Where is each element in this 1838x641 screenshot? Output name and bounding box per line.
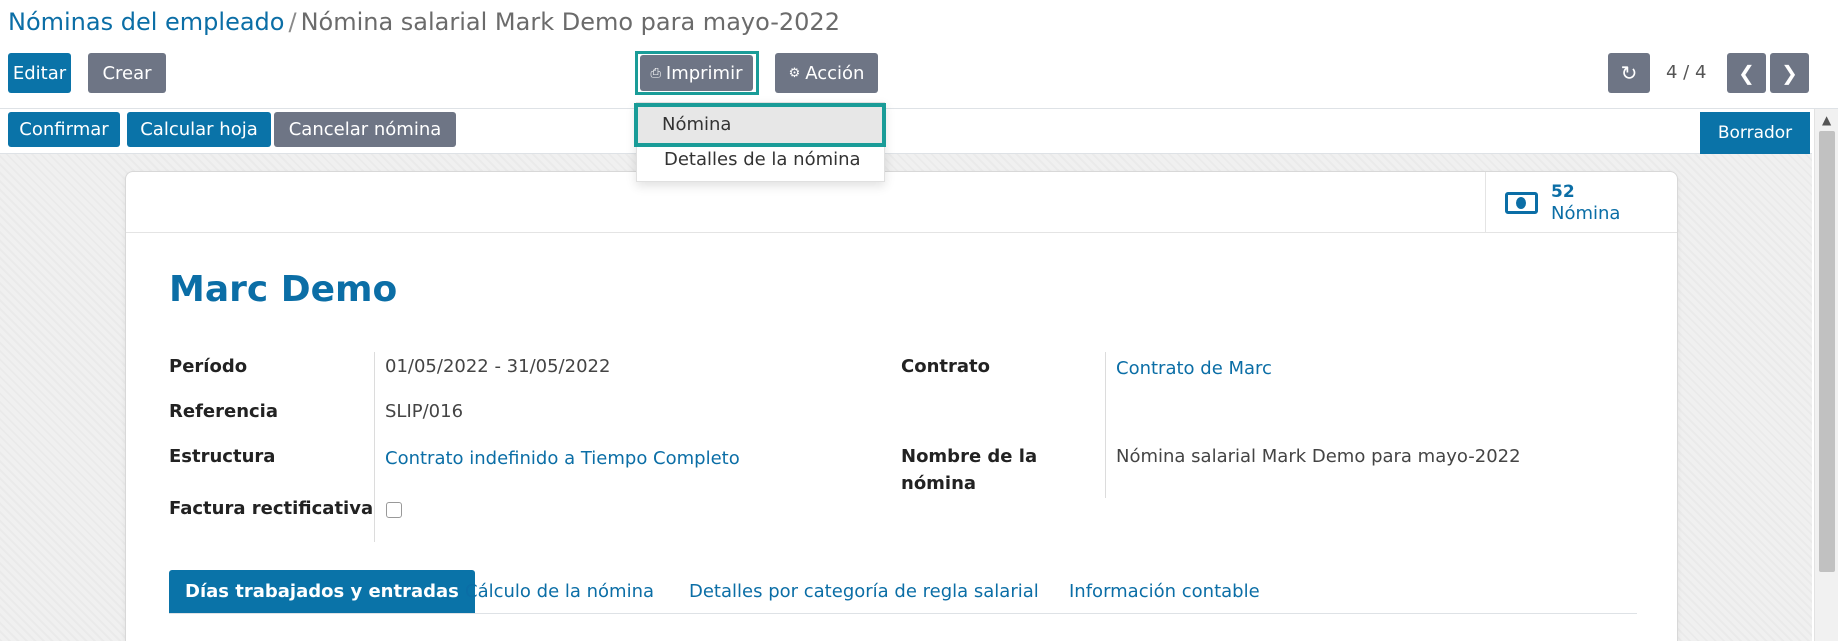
action-button[interactable]: ⚙ Acción (775, 53, 878, 93)
payslip-count-value: 52 (1551, 182, 1575, 202)
structure-link[interactable]: Contrato indefinido a Tiempo Completo (385, 448, 740, 469)
payslip-count-button[interactable]: 52 Nómina (1485, 172, 1676, 232)
tab-worked-days[interactable]: Días trabajados y entradas (169, 570, 475, 613)
contract-link[interactable]: Contrato de Marc (1116, 358, 1272, 379)
reload-button[interactable]: ↻ (1608, 53, 1650, 93)
tab-accounting-info[interactable]: Información contable (1069, 570, 1260, 613)
pager-next-button[interactable]: ❯ (1770, 53, 1809, 93)
tab-payslip-computation[interactable]: Cálculo de la nómina (465, 570, 654, 613)
period-value: 01/05/2022 - 31/05/2022 (385, 356, 611, 377)
structure-label: Estructura (169, 446, 276, 467)
pager-value[interactable]: 4 / 4 (1666, 62, 1706, 83)
control-panel: Nóminas del empleado / Nómina salarial Mar… (0, 0, 1838, 109)
menu-item-payslip-details[interactable]: Detalles de la nómina (637, 145, 884, 175)
refund-label: Factura rectificativa (169, 498, 374, 519)
breadcrumb: Nóminas del empleado / Nómina salarial Mar… (8, 8, 840, 36)
cancel-payslip-button[interactable]: Cancelar nómina (274, 112, 456, 147)
period-label: Período (169, 356, 248, 377)
chevron-left-icon: ❮ (1738, 61, 1755, 85)
right-group-divider (1105, 352, 1106, 498)
print-button[interactable]: ⎙ Imprimir (640, 55, 753, 91)
money-icon (1505, 192, 1538, 214)
tab-salary-rule-categories[interactable]: Detalles por categoría de regla salarial (689, 570, 1039, 613)
print-icon: ⎙ (650, 65, 661, 81)
scroll-up-icon[interactable]: ▲ (1822, 113, 1831, 127)
scrollbar-thumb[interactable] (1819, 131, 1835, 572)
left-group-divider (374, 352, 375, 542)
breadcrumb-parent-link[interactable]: Nóminas del empleado (8, 8, 284, 36)
payslip-name-label-line1: Nombre de la (901, 446, 1038, 467)
refund-checkbox[interactable] (386, 502, 402, 518)
action-label: Acción (805, 62, 865, 84)
button-box: 52 Nómina (126, 172, 1677, 233)
print-label: Imprimir (665, 62, 743, 84)
employee-name: Marc Demo (169, 269, 398, 310)
reference-value: SLIP/016 (385, 401, 464, 422)
notebook-tabs: Días trabajados y entradas Cálculo de la… (169, 570, 1637, 614)
status-draft-badge[interactable]: Borrador (1700, 112, 1810, 154)
menu-item-payslip-highlight[interactable]: Nómina (634, 103, 886, 147)
pager-previous-button[interactable]: ❮ (1727, 53, 1766, 93)
edit-button[interactable]: Editar (8, 53, 71, 93)
gear-icon: ⚙ (788, 65, 801, 81)
breadcrumb-separator: / (288, 8, 297, 36)
page-scrollbar[interactable]: ▲ (1814, 109, 1838, 641)
payslip-count-label: Nómina (1551, 203, 1621, 224)
compute-sheet-button[interactable]: Calcular hoja (127, 112, 271, 147)
payslip-name-value: Nómina salarial Mark Demo para mayo-2022 (1116, 446, 1521, 467)
form-sheet: 52 Nómina Marc Demo Período 01/05/2022 -… (125, 171, 1678, 641)
create-button[interactable]: Crear (88, 53, 166, 93)
confirm-button[interactable]: Confirmar (8, 112, 120, 147)
breadcrumb-current: Nómina salarial Mark Demo para mayo-2022 (300, 8, 840, 36)
chevron-right-icon: ❯ (1781, 61, 1798, 85)
refresh-icon: ↻ (1620, 61, 1638, 85)
statusbar: Confirmar Calcular hoja Cancelar nómina (0, 109, 1812, 154)
contract-label: Contrato (901, 356, 990, 377)
menu-item-payslip[interactable]: Nómina (662, 111, 731, 139)
payslip-name-label-line2: nómina (901, 473, 977, 494)
reference-label: Referencia (169, 401, 278, 422)
